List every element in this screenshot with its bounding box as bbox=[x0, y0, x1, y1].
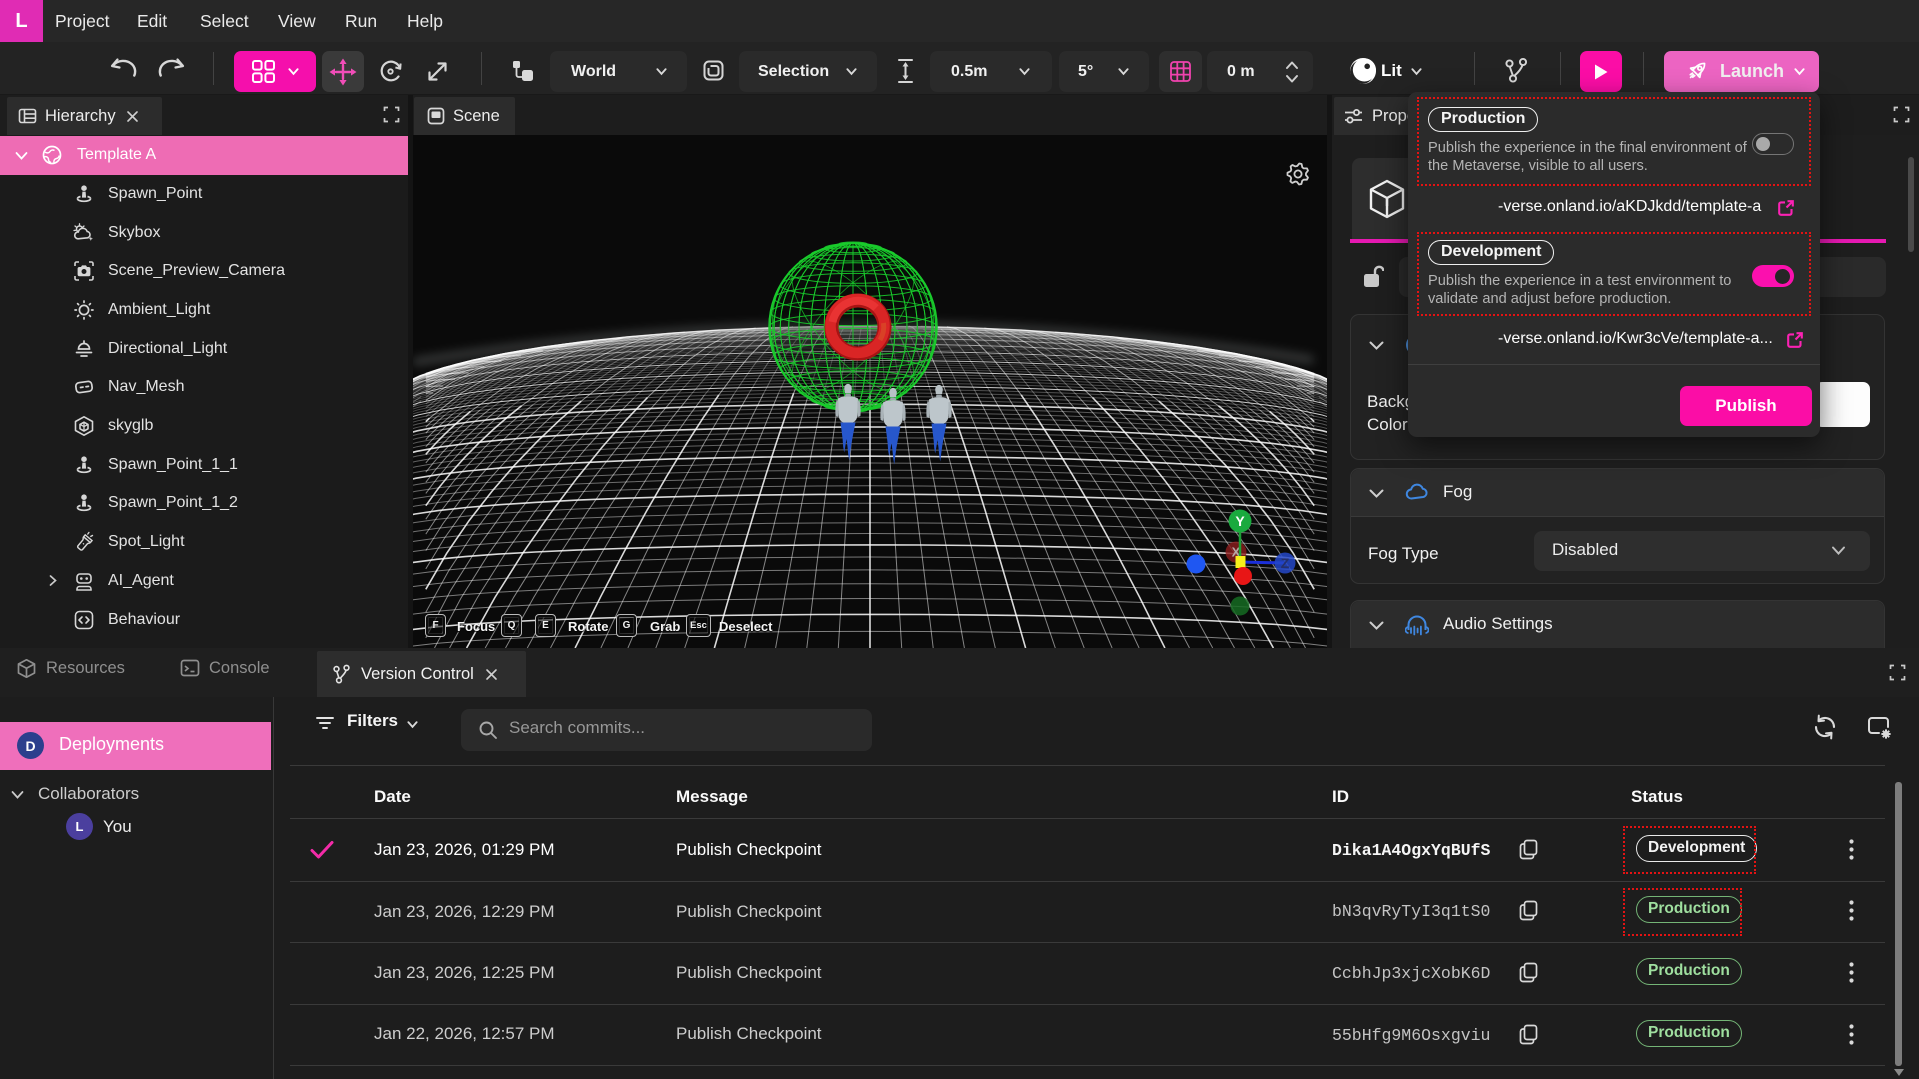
svg-text:Y: Y bbox=[1235, 513, 1245, 529]
svg-text:Z: Z bbox=[1281, 555, 1290, 571]
